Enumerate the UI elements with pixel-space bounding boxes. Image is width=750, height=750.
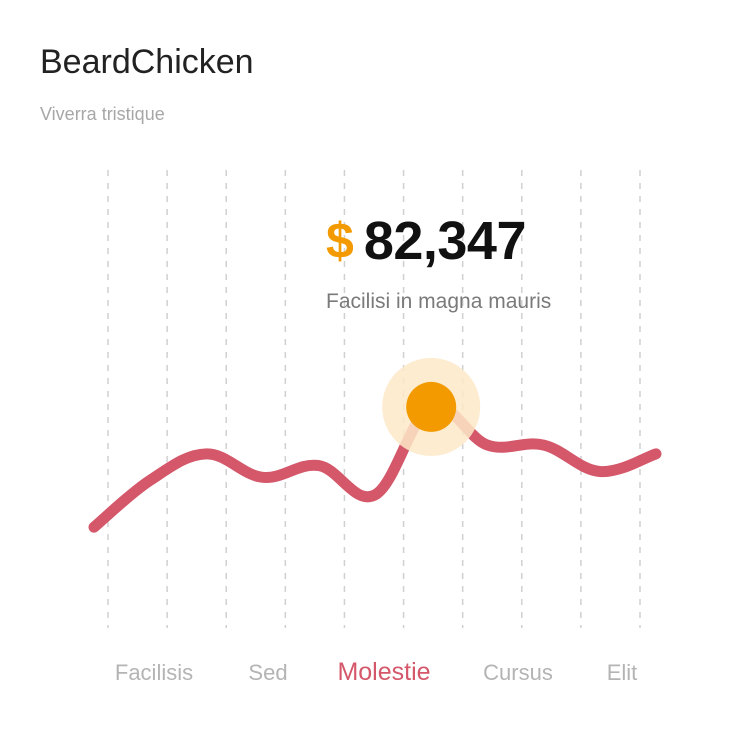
highlight-value-box: $ 82,347 — [326, 214, 526, 268]
highlight-caption: Facilisi in magna mauris — [326, 290, 552, 313]
highlight-point[interactable] — [406, 381, 457, 432]
line-chart — [88, 170, 662, 628]
series-line — [88, 400, 662, 533]
x-tick-label[interactable]: Molestie — [337, 658, 430, 687]
x-tick-label[interactable]: Cursus — [483, 660, 553, 686]
highlight-value: 82,347 — [363, 211, 527, 271]
x-tick-label[interactable]: Facilisis — [115, 660, 193, 686]
dollar-icon: $ — [326, 213, 354, 269]
x-tick-label[interactable]: Elit — [607, 660, 638, 686]
x-tick-label[interactable]: Sed — [248, 660, 287, 686]
